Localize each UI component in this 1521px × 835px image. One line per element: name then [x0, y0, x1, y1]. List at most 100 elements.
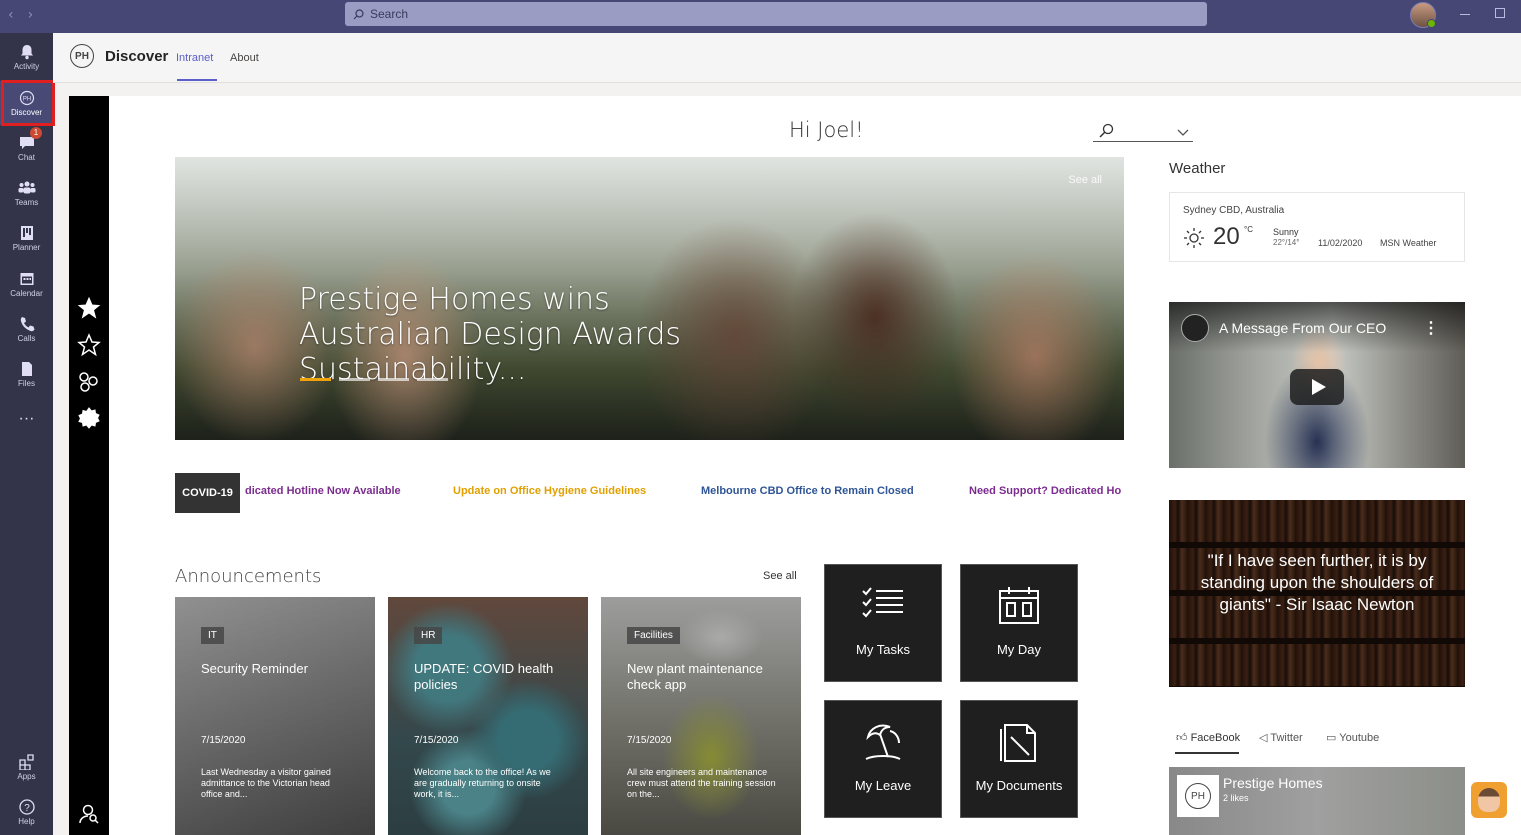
tab-intranet[interactable]: Intranet [176, 52, 213, 64]
add-favorite-button[interactable] [77, 333, 101, 357]
rail-item-teams[interactable]: Teams [0, 171, 53, 215]
beach-umbrella-icon [865, 724, 901, 760]
tab-twitter[interactable]: ◁ Twitter [1259, 731, 1303, 744]
carousel-dot[interactable] [339, 378, 370, 381]
announcement-card-facilities[interactable]: Facilities New plant maintenance check a… [601, 597, 801, 835]
carousel-dot[interactable] [300, 378, 331, 381]
ticker-item-1[interactable]: Update on Office Hygiene Guidelines [453, 485, 646, 497]
fb-page-likes: 2 likes [1223, 793, 1249, 803]
chat-badge: 1 [30, 127, 42, 139]
apps-links-button[interactable] [77, 370, 101, 394]
play-button[interactable] [1290, 369, 1344, 405]
site-search-box[interactable] [1093, 120, 1193, 142]
rail-label: Calendar [10, 288, 43, 298]
my-documents-tile[interactable]: My Documents [960, 700, 1078, 818]
card-date: 7/15/2020 [414, 735, 459, 746]
ticker-item-0[interactable]: dicated Hotline Now Available [245, 485, 401, 497]
rail-item-calls[interactable]: Calls [0, 307, 53, 351]
my-day-tile[interactable]: My Day [960, 564, 1078, 682]
star-outline-icon [77, 333, 101, 357]
ticker-item-2[interactable]: Melbourne CBD Office to Remain Closed [701, 485, 914, 497]
card-title: UPDATE: COVID health policies [414, 661, 554, 692]
rail-label: Files [18, 378, 35, 388]
discover-highlight-box [1, 80, 55, 126]
title-bar: ‹ › Search [0, 0, 1521, 33]
rail-label: Apps [17, 771, 36, 781]
documents-icon [1000, 724, 1036, 762]
weather-temperature: 20 [1213, 223, 1240, 250]
rail-item-activity[interactable]: Activity [0, 35, 53, 79]
card-category-badge: Facilities [627, 627, 680, 644]
tab-about[interactable]: About [230, 52, 259, 64]
ph-logo: PH [1185, 783, 1211, 809]
person-search-icon [79, 804, 99, 824]
video-icon: ▭ [1326, 732, 1337, 744]
my-leave-tile[interactable]: My Leave [824, 700, 942, 818]
carousel-dot[interactable] [378, 378, 409, 381]
apps-icon [18, 753, 34, 770]
hero-see-all-link[interactable]: See all [1068, 174, 1102, 186]
rail-item-help[interactable]: ? Help [0, 790, 53, 834]
maximize-icon[interactable] [1495, 8, 1505, 18]
announcement-card-hr[interactable]: HR UPDATE: COVID health policies 7/15/20… [388, 597, 588, 835]
fb-page-name[interactable]: Prestige Homes [1223, 775, 1323, 791]
announcement-card-it[interactable]: IT Security Reminder 7/15/2020 Last Wedn… [175, 597, 375, 835]
card-category-badge: HR [414, 627, 443, 644]
people-search-button[interactable] [77, 802, 101, 826]
video-title[interactable]: A Message From Our CEO [1219, 320, 1386, 336]
hero-carousel[interactable]: See all Prestige Homes wins Australian D… [175, 157, 1124, 440]
app-logo: PH [70, 44, 94, 68]
more-icon: ··· [18, 410, 35, 427]
ceo-video-player[interactable]: A Message From Our CEO ⋮ [1169, 302, 1465, 468]
news-ticker: dicated Hotline Now Available Update on … [240, 485, 1124, 501]
active-tab-indicator [177, 79, 217, 81]
social-tab-label: Youtube [1339, 732, 1380, 744]
rail-item-apps[interactable]: Apps [0, 745, 53, 789]
back-arrow-icon[interactable]: ‹ [8, 7, 14, 23]
rail-label: Help [18, 816, 35, 826]
user-avatar[interactable] [1410, 2, 1436, 28]
carousel-dot[interactable] [417, 378, 448, 381]
chatbot-avatar-button[interactable] [1471, 782, 1507, 818]
hero-title[interactable]: Prestige Homes wins Australian Design Aw… [299, 282, 759, 387]
phone-icon [20, 316, 34, 331]
rail-item-chat[interactable]: Chat 1 [0, 126, 53, 170]
rail-item-files[interactable]: Files [0, 352, 53, 396]
card-category-badge: IT [201, 627, 224, 644]
settings-button[interactable] [77, 406, 101, 430]
weather-range: 22°/14° [1273, 238, 1300, 247]
more-apps-button[interactable]: ··· [0, 397, 53, 441]
main-content: Hi Joel! See all Prestige Homes wins Aus… [109, 96, 1521, 835]
minimize-icon[interactable] [1460, 14, 1470, 15]
tab-facebook[interactable]: 👍︎ FaceBook [1176, 731, 1240, 744]
tile-label: My Leave [854, 778, 912, 793]
rail-item-planner[interactable]: Planner [0, 216, 53, 260]
weather-card[interactable]: Sydney CBD, Australia 20 °C Sunny 22°/14… [1169, 192, 1465, 262]
tab-youtube[interactable]: ▭ Youtube [1326, 731, 1379, 744]
social-tab-label: Twitter [1270, 732, 1303, 744]
favorites-button[interactable] [77, 296, 101, 320]
my-tasks-tile[interactable]: My Tasks [824, 564, 942, 682]
search-icon [353, 8, 364, 19]
ticker-item-3[interactable]: Need Support? Dedicated Ho [969, 485, 1121, 497]
card-date: 7/15/2020 [627, 735, 672, 746]
search-input[interactable]: Search [345, 2, 1207, 26]
forward-arrow-icon[interactable]: › [28, 7, 34, 23]
card-title: Security Reminder [201, 661, 308, 676]
facebook-page-card[interactable]: PH Prestige Homes 2 likes [1169, 767, 1465, 835]
card-description: All site engineers and maintenance crew … [627, 767, 776, 799]
app-header: PH Discover Intranet About [53, 33, 1521, 83]
weather-condition: Sunny [1273, 227, 1299, 237]
circles-icon [79, 372, 98, 392]
card-description: Welcome back to the office! As we are gr… [414, 767, 551, 799]
weather-source[interactable]: MSN Weather [1380, 238, 1436, 248]
weather-date: 11/02/2020 [1318, 238, 1363, 248]
announcements-see-all-link[interactable]: See all [763, 570, 797, 582]
rail-item-calendar[interactable]: Calendar [0, 262, 53, 306]
planner-icon [20, 225, 33, 240]
social-tab-label: FaceBook [1190, 732, 1241, 744]
rail-label: Planner [12, 242, 41, 252]
task-list-icon [862, 587, 903, 618]
chevron-down-icon[interactable] [1176, 126, 1190, 140]
video-menu-icon[interactable]: ⋮ [1423, 318, 1439, 338]
